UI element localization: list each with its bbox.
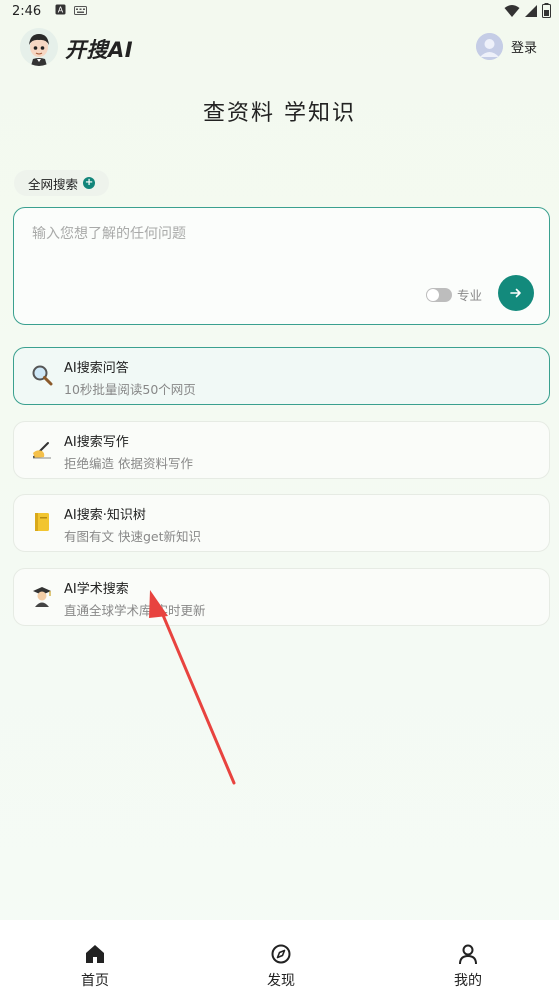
brand-title: 开搜AI (65, 38, 134, 62)
toggle-knob (427, 288, 439, 301)
compass-icon (269, 942, 293, 966)
wifi-icon (504, 4, 520, 22)
search-scope-chip[interactable]: 全网搜索 + (14, 170, 110, 196)
card-subtitle: 拒绝编造 依据资料写作 (64, 456, 193, 471)
login-button[interactable]: 登录 (475, 33, 537, 60)
battery-icon (542, 3, 551, 22)
bottom-nav: 首页 发现 我的 (0, 920, 559, 1003)
card-subtitle: 10秒批量阅读50个网页 (64, 382, 196, 397)
card-title: AI搜索写作 (64, 435, 129, 450)
nav-home-label: 首页 (81, 973, 109, 989)
person-icon (456, 942, 480, 966)
app-header: 开搜AI 登录 (0, 26, 559, 70)
card-ai-search-qa[interactable]: AI搜索问答 10秒批量阅读50个网页 (13, 347, 550, 405)
toggle-switch[interactable] (426, 287, 452, 302)
student-icon (30, 585, 54, 609)
pro-mode-label: 专业 (457, 288, 483, 303)
pro-mode-toggle[interactable]: 专业 (426, 285, 482, 304)
logo-avatar (20, 28, 58, 66)
svg-text:A: A (58, 6, 64, 15)
nav-discover-label: 发现 (267, 973, 295, 989)
status-time: 2:46 (12, 3, 42, 19)
arrow-right-icon (510, 288, 521, 298)
plus-icon: + (83, 177, 96, 189)
home-icon (83, 942, 107, 966)
card-ai-knowledge-tree[interactable]: AI搜索·知识树 有图有文 快速get新知识 (13, 494, 550, 552)
status-bar: 2:46 A (0, 0, 559, 22)
nav-discover[interactable]: 发现 (241, 942, 321, 990)
writing-hand-icon (30, 438, 54, 462)
login-label: 登录 (510, 41, 537, 56)
search-box: 专业 (13, 207, 550, 325)
search-input[interactable] (32, 226, 512, 242)
card-title: AI搜索问答 (64, 361, 129, 376)
nav-mine[interactable]: 我的 (428, 942, 508, 990)
search-scope-label: 全网搜索 (28, 176, 79, 192)
card-ai-search-writing[interactable]: AI搜索写作 拒绝编造 依据资料写作 (13, 421, 550, 479)
notification-a-icon: A (55, 4, 66, 18)
notebook-icon (30, 511, 54, 535)
signal-icon (524, 4, 538, 22)
nav-home[interactable]: 首页 (55, 942, 135, 990)
card-ai-academic-search[interactable]: AI学术搜索 直通全球学术库 实时更新 (13, 568, 550, 626)
card-title: AI搜索·知识树 (64, 508, 146, 523)
hero-title: 查资料 学知识 (203, 101, 356, 126)
card-subtitle: 直通全球学术库 实时更新 (64, 603, 206, 618)
user-avatar-icon (475, 33, 503, 60)
card-subtitle: 有图有文 快速get新知识 (64, 529, 201, 544)
nav-mine-label: 我的 (454, 973, 482, 989)
magnifier-icon (30, 364, 54, 388)
keyboard-icon (74, 5, 88, 18)
card-title: AI学术搜索 (64, 582, 129, 597)
submit-button[interactable] (498, 275, 534, 311)
